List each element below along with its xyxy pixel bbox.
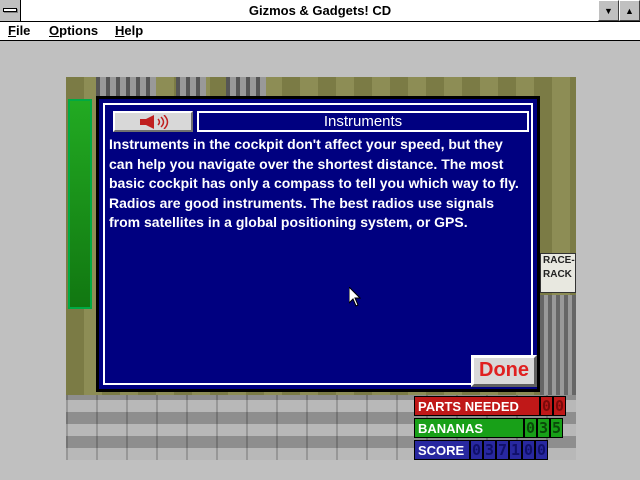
menu-options[interactable]: Options [49,23,98,38]
score-counter: SCORE 0 3 7 1 0 0 [414,440,576,460]
race-track-sign: RACE- RACK [540,253,576,293]
digit: 0 [540,396,553,416]
mouse-pointer-icon [349,287,361,307]
menu-help[interactable]: Help [115,23,143,38]
parts-needed-counter: PARTS NEEDED 0 0 [414,396,576,416]
digit: 7 [496,440,509,460]
window-title: Gizmos & Gadgets! CD [248,3,392,18]
digit: 0 [535,440,548,460]
done-button[interactable]: Done [471,355,537,387]
dialog-body-text: Instruments in the cockpit don't affect … [109,136,519,230]
maximize-icon: ▲ [625,5,634,16]
info-dialog: Instruments Instruments in the cockpit d… [96,96,540,392]
parts-needed-digits: 0 0 [540,396,566,416]
digit: 0 [524,418,537,438]
dialog-frame: Instruments Instruments in the cockpit d… [103,103,537,387]
speaker-button[interactable] [113,111,193,132]
dialog-title: Instruments [197,111,529,132]
menu-bar: File Options Help [0,22,640,41]
digit: 3 [537,418,550,438]
menu-file[interactable]: File [8,23,30,38]
title-bar: Gizmos & Gadgets! CD ▼ ▲ [0,0,640,22]
minimize-icon: ▼ [604,5,613,16]
maximize-button[interactable]: ▲ [619,0,640,21]
score-digits: 0 3 7 1 0 0 [470,440,548,460]
digit: 0 [470,440,483,460]
speaker-sound-icon [140,114,169,129]
digit: 1 [509,440,522,460]
digit: 3 [483,440,496,460]
score-label: SCORE [414,440,470,460]
bananas-counter: BANANAS 0 3 5 [414,418,576,438]
scene-green-panel [68,99,92,309]
scene-door [540,295,576,395]
digit: 5 [550,418,563,438]
parts-needed-label: PARTS NEEDED [414,396,540,416]
digit: 0 [553,396,566,416]
bananas-label: BANANAS [414,418,524,438]
digit: 0 [522,440,535,460]
bananas-digits: 0 3 5 [524,418,563,438]
minimize-button[interactable]: ▼ [598,0,619,21]
